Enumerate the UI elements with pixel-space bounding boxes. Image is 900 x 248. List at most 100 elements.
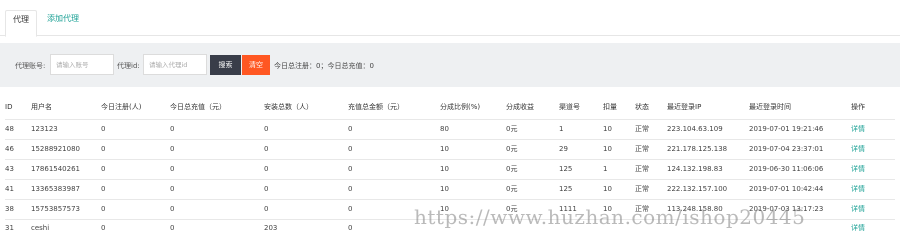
table-cell: 38 xyxy=(5,198,31,219)
table-cell: 29 xyxy=(559,138,603,159)
table-cell xyxy=(667,218,749,237)
table-cell: 123123 xyxy=(31,118,101,139)
table-cell: 0元 xyxy=(506,118,559,139)
table-cell: 10 xyxy=(603,178,635,199)
table-cell: 0 xyxy=(264,118,348,139)
table-cell: 10 xyxy=(603,118,635,139)
agent-id-label: 代理id: xyxy=(117,62,140,70)
table-cell: 221.178.125.138 xyxy=(667,138,749,159)
table-cell: 48 xyxy=(5,118,31,139)
table-row: 41 13365383987 0 0 0 0 10 0元 125 10 正常 222.132.157.… xyxy=(5,178,895,199)
table-cell: 0元 xyxy=(506,178,559,199)
col-header: 操作 xyxy=(851,103,865,112)
table-cell: 80 xyxy=(440,118,506,139)
table-cell: 正常 xyxy=(635,158,667,179)
table-cell: 0 xyxy=(264,178,348,199)
table-cell: 10 xyxy=(603,198,635,219)
table-cell: 0 xyxy=(101,198,170,219)
table-cell: 0 xyxy=(170,118,264,139)
col-header: 扣量 xyxy=(603,103,617,112)
table-cell: 1111 xyxy=(559,198,603,219)
table-cell: 15753857573 xyxy=(31,198,101,219)
table-cell: 10 xyxy=(440,158,506,179)
col-header: 充值总金额（元） xyxy=(348,103,404,112)
table-cell: 0 xyxy=(101,118,170,139)
table-cell: 0 xyxy=(101,158,170,179)
table-cell: 0元 xyxy=(506,158,559,179)
table-cell: 0 xyxy=(170,178,264,199)
table-cell: 17861540261 xyxy=(31,158,101,179)
clear-button[interactable]: 清空 xyxy=(242,55,270,75)
table-cell: 2019-07-01 19:21:46 xyxy=(749,118,851,139)
detail-link[interactable]: 详情 xyxy=(851,118,895,139)
agent-id-input[interactable] xyxy=(143,54,207,75)
detail-link[interactable]: 详情 xyxy=(851,158,895,179)
detail-link[interactable]: 详情 xyxy=(851,138,895,159)
table-cell: 13365383987 xyxy=(31,178,101,199)
table-cell: 0 xyxy=(348,198,440,219)
table-header-row: ID 用户名 今日注册(人) 今日总充值（元） 安装总数（人） 充值总金额（元）… xyxy=(5,96,895,119)
col-header: 分成比例(%) xyxy=(440,103,481,112)
table-cell: 0元 xyxy=(506,198,559,219)
table-cell: 46 xyxy=(5,138,31,159)
table-cell: 10 xyxy=(440,138,506,159)
col-header: 最近登录时间 xyxy=(749,103,791,112)
table-cell: 2019-07-04 23:37:01 xyxy=(749,138,851,159)
table-cell: 2019-06-30 11:06:06 xyxy=(749,158,851,179)
table-cell xyxy=(749,218,851,237)
table-cell: 113.248.158.80 xyxy=(667,198,749,219)
table-cell: 43 xyxy=(5,158,31,179)
table-cell: 0 xyxy=(264,158,348,179)
table-cell: 31 xyxy=(5,218,31,237)
filter-bar: 代理账号: 代理id: 搜索 清空 今日总注册：0；今日总充值：0 xyxy=(0,43,900,87)
search-button[interactable]: 搜索 xyxy=(210,55,241,75)
table-cell: 125 xyxy=(559,178,603,199)
table-cell xyxy=(506,218,559,237)
table-row: 43 17861540261 0 0 0 0 10 0元 125 1 正常 124.132.198.8… xyxy=(5,158,895,179)
col-header: 状态 xyxy=(635,103,649,112)
table-cell xyxy=(603,218,635,237)
table-cell: 0 xyxy=(170,138,264,159)
table-cell: 0 xyxy=(170,198,264,219)
table-cell: 10 xyxy=(440,178,506,199)
table-cell: 0 xyxy=(170,218,264,237)
col-header: ID xyxy=(5,103,13,112)
table-cell: 0 xyxy=(348,118,440,139)
table-cell: 0 xyxy=(264,198,348,219)
col-header: 安装总数（人） xyxy=(264,103,313,112)
table-cell: 正常 xyxy=(635,178,667,199)
col-header: 分成收益 xyxy=(506,103,534,112)
table-cell: 0 xyxy=(101,178,170,199)
table-cell: 正常 xyxy=(635,118,667,139)
table-cell: 222.132.157.100 xyxy=(667,178,749,199)
detail-link[interactable]: 详情 xyxy=(851,198,895,219)
table-cell: 125 xyxy=(559,158,603,179)
table-cell xyxy=(440,218,506,237)
table-cell: 223.104.63.109 xyxy=(667,118,749,139)
table-cell: 1 xyxy=(603,158,635,179)
table-row: 46 15288921080 0 0 0 0 10 0元 29 10 正常 221.178.125.1… xyxy=(5,138,895,159)
table-cell: 0 xyxy=(170,158,264,179)
tab-agents[interactable]: 代理 xyxy=(5,10,37,37)
table-row: 48 123123 0 0 0 0 80 0元 1 10 正常 223.104.63.109 2019-… xyxy=(5,118,895,139)
account-input[interactable] xyxy=(50,54,114,75)
table-cell: 0 xyxy=(101,218,170,237)
table-cell: 41 xyxy=(5,178,31,199)
table-cell: 0 xyxy=(264,138,348,159)
table-cell: 2019-07-03 13:17:23 xyxy=(749,198,851,219)
col-header: 今日注册(人) xyxy=(101,103,142,112)
table-cell: 1 xyxy=(559,118,603,139)
tab-bar: 代理 添加代理 xyxy=(0,0,900,37)
detail-link[interactable]: 详情 xyxy=(851,178,895,199)
col-header: 用户名 xyxy=(31,103,52,112)
table-cell xyxy=(559,218,603,237)
today-stats: 今日总注册：0；今日总充值：0 xyxy=(274,62,374,70)
tab-add-agent[interactable]: 添加代理 xyxy=(47,13,79,24)
table-cell: 2019-07-01 10:42:44 xyxy=(749,178,851,199)
table-cell: 0 xyxy=(348,178,440,199)
table-cell: 0 xyxy=(348,138,440,159)
table-cell: 124.132.198.83 xyxy=(667,158,749,179)
table-cell: 正常 xyxy=(635,198,667,219)
detail-link[interactable]: 详情 xyxy=(851,218,895,237)
table-cell: 0 xyxy=(348,218,440,237)
